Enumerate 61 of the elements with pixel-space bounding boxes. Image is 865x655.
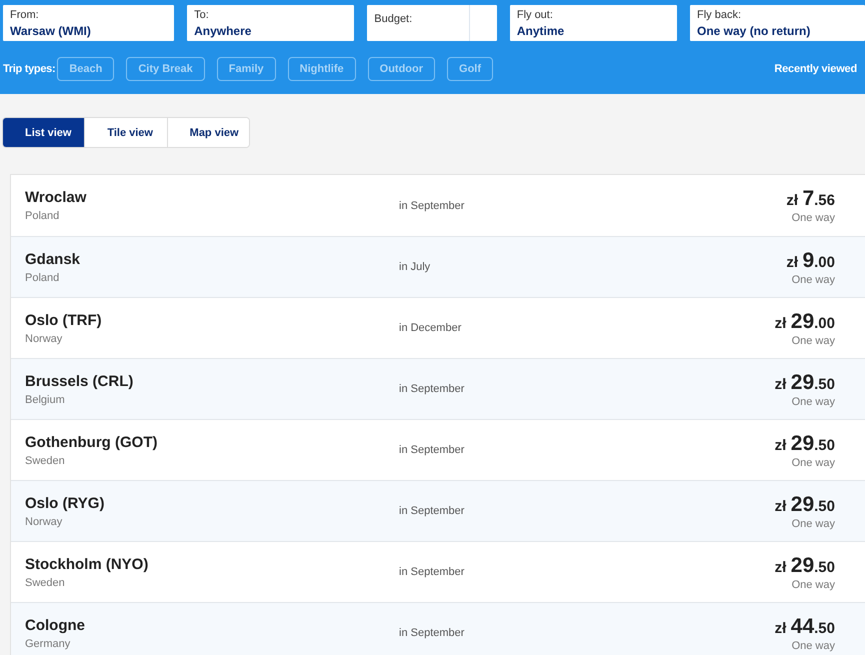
price: zł 29.50	[774, 370, 835, 394]
country-name: Poland	[25, 210, 60, 222]
country-name: Sweden	[25, 576, 66, 588]
city-name: Gothenburg (GOT)	[25, 434, 158, 450]
trip-type: One way	[792, 640, 835, 652]
travel-month: in September	[399, 200, 466, 212]
country-name: Germany	[25, 638, 72, 650]
field-value: Anytime	[516, 24, 566, 38]
field-value: Warsaw (WMI)	[10, 24, 92, 38]
search-field[interactable]: Fly out: Anytime	[510, 5, 677, 41]
field-value: Anywhere	[194, 24, 252, 38]
travel-month: in September	[399, 444, 466, 456]
view-tab[interactable]: Map view	[166, 118, 249, 147]
city-name: Gdansk	[25, 250, 82, 268]
country-name: Belgium	[25, 394, 66, 406]
price: zł 29.50	[774, 432, 835, 456]
trip-type: One way	[792, 578, 835, 590]
search-field[interactable]: Fly back: One way (no return)	[690, 5, 865, 41]
field-label: From:	[10, 9, 40, 21]
travel-month: in September	[399, 383, 466, 395]
city-name: Brussels (CRL)	[25, 372, 134, 390]
price: zł 29.50	[774, 554, 835, 578]
trip-type: One way	[792, 396, 835, 408]
city-name: Stockholm (NYO)	[25, 556, 150, 572]
field-label: To:	[194, 9, 210, 21]
city-name: Oslo (RYG)	[25, 494, 106, 512]
trip-type: One way	[792, 456, 835, 468]
destination-row[interactable]: Gdansk Poland in July zł 9.00 One way	[11, 236, 865, 297]
travel-month: in July	[399, 261, 432, 273]
search-field[interactable]: To: Anywhere	[187, 5, 354, 41]
travel-month: in September	[399, 505, 466, 517]
destination-row[interactable]: Brussels (CRL) Belgium in September zł 29.50 One way	[11, 358, 865, 419]
price: zł 44.50	[774, 614, 835, 638]
trip-type: One way	[792, 212, 835, 224]
search-field[interactable]: From: Warsaw (WMI)	[3, 5, 174, 41]
trip-types-label: Trip types:	[3, 63, 56, 75]
trip-type: One way	[792, 518, 835, 530]
price: zł 7.56	[786, 187, 835, 211]
price: zł 29.00	[774, 310, 835, 334]
travel-month: in December	[399, 322, 462, 334]
trip-type: One way	[792, 334, 835, 346]
view-tab[interactable]: List view	[3, 118, 84, 147]
price: zł 9.00	[786, 248, 835, 272]
country-name: Norway	[25, 516, 64, 528]
country-name: Norway	[25, 332, 64, 344]
price: zł 29.50	[774, 492, 835, 516]
trip-type: One way	[792, 274, 835, 286]
country-name: Sweden	[25, 454, 66, 466]
travel-month: in September	[399, 627, 466, 639]
city-name: Wroclaw	[25, 189, 88, 206]
city-name: Oslo (TRF)	[25, 312, 103, 328]
field-label: Fly back:	[697, 9, 742, 21]
field-value: One way (no return)	[697, 24, 812, 38]
country-name: Poland	[25, 272, 60, 284]
field-label: Budget:	[374, 13, 412, 25]
travel-month: in September	[399, 566, 466, 578]
destination-row[interactable]: Cologne Germany in September zł 44.50 One way	[11, 602, 865, 655]
budget-field[interactable]: Budget:	[367, 5, 497, 41]
city-name: Cologne	[25, 616, 86, 634]
field-label: Fly out:	[516, 9, 554, 21]
destination-row[interactable]: Oslo (RYG) Norway in September zł 29.50 One way	[11, 480, 865, 541]
